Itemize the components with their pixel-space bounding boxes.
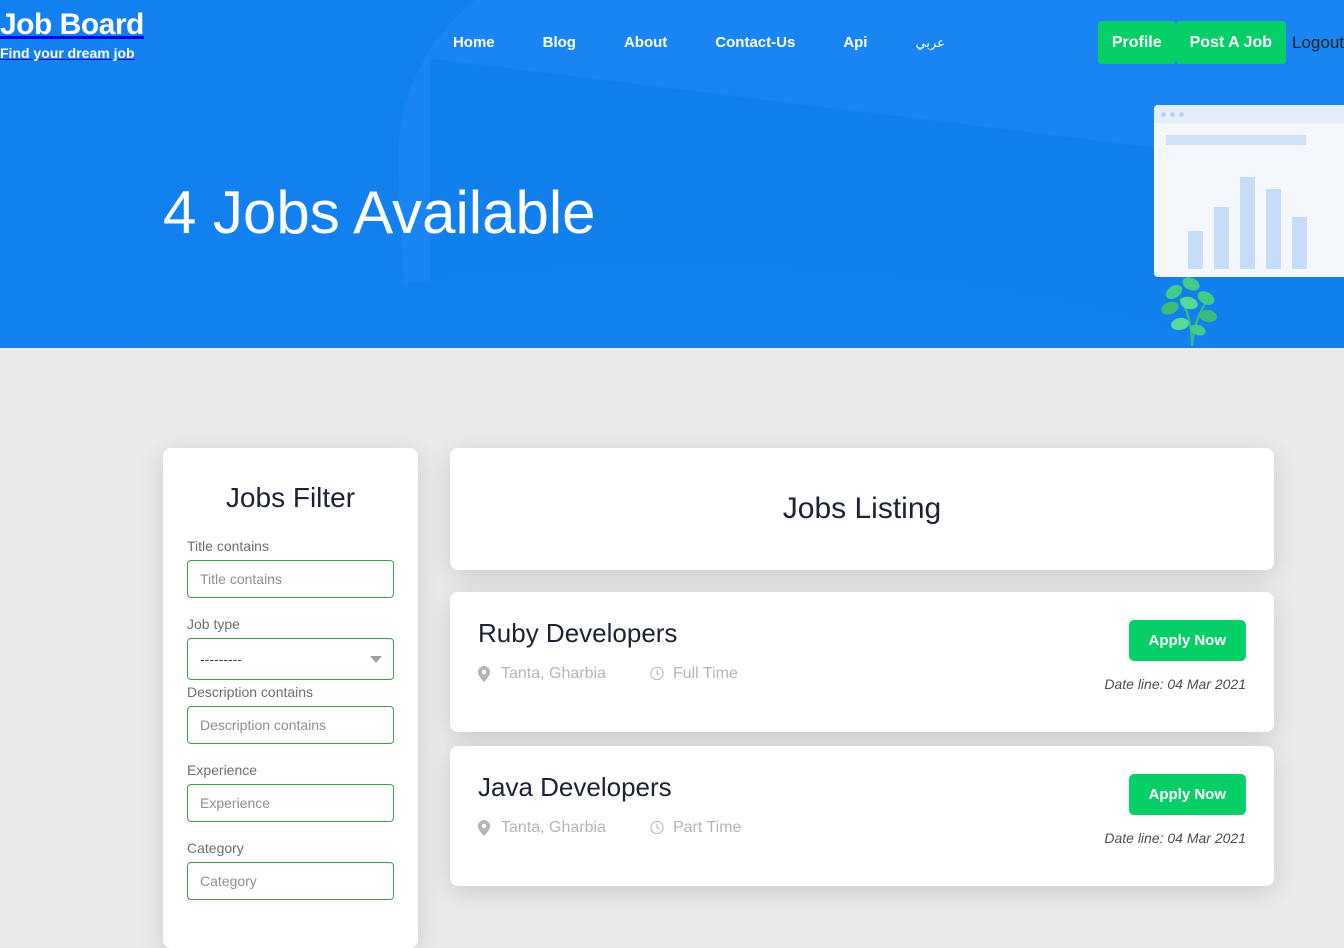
bar-chart-illustration-icon bbox=[1188, 169, 1307, 269]
job-card[interactable]: Ruby Developers Tanta, Gharbia Full Time… bbox=[450, 592, 1274, 732]
nav-item-about[interactable]: About bbox=[624, 34, 667, 51]
job-info: Java Developers Tanta, Gharbia Part Time bbox=[478, 772, 1104, 837]
window-dot-icon bbox=[1179, 111, 1184, 117]
main-nav: Home Blog About Contact-Us Api عربي bbox=[300, 0, 1098, 85]
job-type: Full Time bbox=[650, 665, 738, 683]
illustration-line bbox=[1166, 135, 1306, 145]
job-title: Ruby Developers bbox=[478, 618, 678, 648]
label-experience: Experience bbox=[187, 762, 258, 778]
jobs-listing-title: Jobs Listing bbox=[782, 492, 942, 525]
jobs-listing-column: Jobs Listing Ruby Developers Tanta, Ghar… bbox=[450, 448, 1274, 948]
brand-tagline: Find your dream job bbox=[0, 45, 135, 61]
job-location: Tanta, Gharbia bbox=[478, 665, 606, 683]
job-meta: Tanta, Gharbia Full Time bbox=[478, 665, 1104, 683]
logout-link[interactable]: Logout bbox=[1292, 33, 1344, 53]
job-meta: Tanta, Gharbia Part Time bbox=[478, 819, 1104, 837]
profile-button[interactable]: Profile bbox=[1097, 20, 1176, 65]
nav-item-home[interactable]: Home bbox=[453, 34, 495, 51]
job-info: Ruby Developers Tanta, Gharbia Full Time bbox=[478, 618, 1104, 683]
nav-item-blog[interactable]: Blog bbox=[543, 34, 576, 51]
location-pin-icon bbox=[478, 819, 492, 837]
jobs-listing-header: Jobs Listing bbox=[450, 448, 1274, 570]
job-title: Java Developers bbox=[478, 772, 672, 802]
window-dot-icon bbox=[1170, 111, 1175, 117]
description-contains-input[interactable] bbox=[187, 706, 394, 744]
top-navigation-bar: Job Board Find your dream job Home Blog … bbox=[0, 0, 1344, 85]
job-type-text: Part Time bbox=[672, 819, 742, 836]
auth-actions: Profile Post A Job Logout bbox=[1097, 0, 1344, 85]
nav-item-contact-us[interactable]: Contact-Us bbox=[715, 34, 795, 51]
location-pin-icon bbox=[478, 665, 492, 683]
job-type-select-wrapper: --------- bbox=[187, 638, 394, 680]
content-layout: Jobs Filter Title contains Job type ----… bbox=[0, 448, 1344, 948]
post-a-job-button[interactable]: Post A Job bbox=[1175, 20, 1286, 65]
apply-now-button[interactable]: Apply Now bbox=[1128, 620, 1246, 661]
brand-title: Job Board bbox=[0, 8, 144, 41]
main-content: Jobs Filter Title contains Job type ----… bbox=[0, 348, 1344, 948]
job-location-text: Tanta, Gharbia bbox=[501, 819, 606, 836]
apply-now-button[interactable]: Apply Now bbox=[1128, 774, 1246, 815]
hero-banner: Job Board Find your dream job Home Blog … bbox=[0, 0, 1344, 348]
label-description-contains: Description contains bbox=[187, 684, 314, 700]
clock-icon bbox=[650, 820, 664, 837]
illustration-titlebar bbox=[1154, 105, 1344, 123]
job-deadline: Date line: 04 Mar 2021 bbox=[1104, 830, 1246, 846]
clock-icon bbox=[650, 666, 664, 683]
job-action: Apply Now Date line: 04 Mar 2021 bbox=[1104, 772, 1246, 846]
browser-window-illustration-icon bbox=[1154, 105, 1344, 277]
title-contains-input[interactable] bbox=[187, 560, 394, 598]
brand-logo[interactable]: Job Board Find your dream job bbox=[0, 0, 300, 61]
job-location-text: Tanta, Gharbia bbox=[501, 665, 606, 682]
job-type-select[interactable]: --------- bbox=[187, 638, 394, 680]
window-dot-icon bbox=[1161, 111, 1166, 117]
label-job-type: Job type bbox=[187, 616, 240, 632]
job-type-text: Full Time bbox=[672, 665, 738, 682]
job-type: Part Time bbox=[650, 819, 741, 837]
experience-input[interactable] bbox=[187, 784, 394, 822]
jobs-filter-panel: Jobs Filter Title contains Job type ----… bbox=[163, 448, 418, 948]
category-input[interactable] bbox=[187, 862, 394, 900]
label-title-contains: Title contains bbox=[187, 538, 269, 554]
job-action: Apply Now Date line: 04 Mar 2021 bbox=[1104, 618, 1246, 692]
plant-illustration-icon bbox=[1158, 258, 1228, 348]
job-location: Tanta, Gharbia bbox=[478, 819, 606, 837]
job-card[interactable]: Java Developers Tanta, Gharbia Part Time… bbox=[450, 746, 1274, 886]
job-deadline: Date line: 04 Mar 2021 bbox=[1104, 676, 1246, 692]
nav-item-api[interactable]: Api bbox=[843, 34, 867, 51]
jobs-filter-title: Jobs Filter bbox=[225, 482, 356, 513]
label-category: Category bbox=[187, 840, 244, 856]
nav-item-arabic[interactable]: عربي bbox=[915, 35, 944, 51]
page-title: 4 Jobs Available bbox=[163, 179, 596, 246]
